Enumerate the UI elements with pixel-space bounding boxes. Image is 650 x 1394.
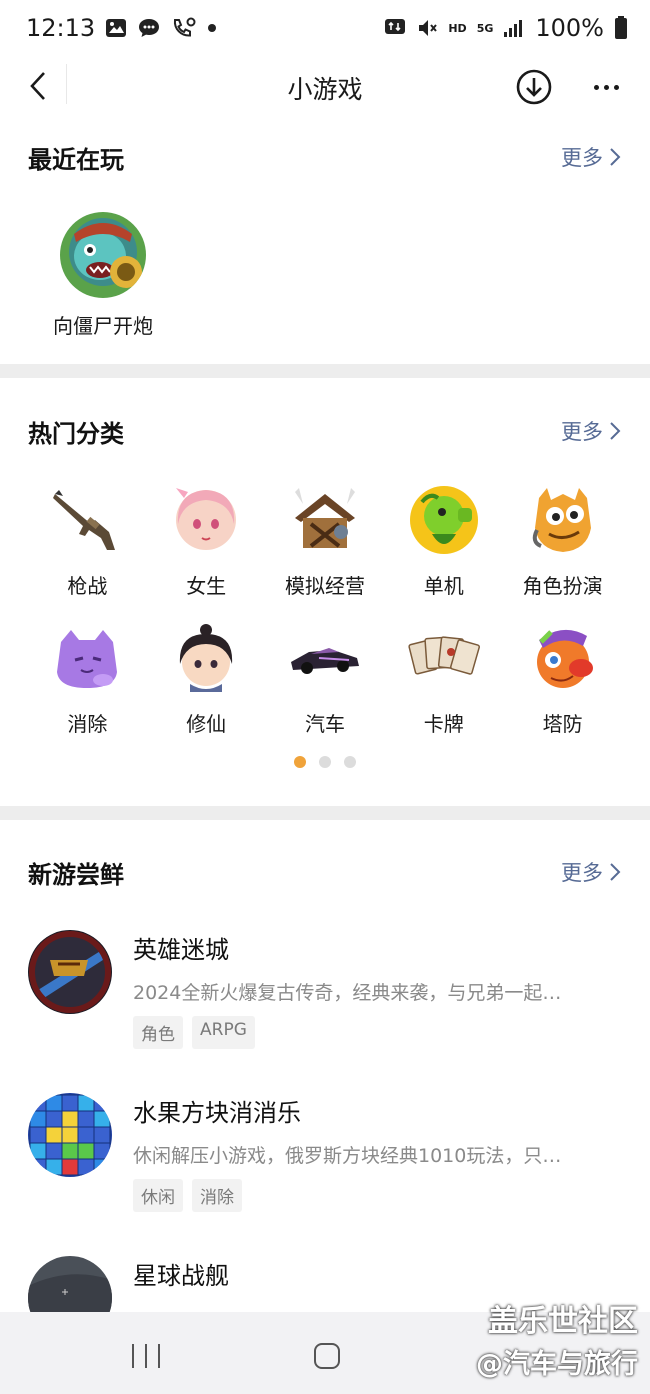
recent-game-item[interactable]: 向僵尸开炮 (40, 206, 166, 339)
mute-icon (416, 17, 438, 39)
download-button[interactable] (515, 68, 553, 106)
category-label: 角色扮演 (522, 574, 603, 598)
category-tower-defense[interactable]: 塔防 (503, 622, 622, 744)
cabin-icon (289, 484, 361, 556)
orange-monster-icon (527, 484, 599, 556)
page-indicator[interactable] (0, 756, 650, 768)
game-name: 星球战舰 (133, 1262, 229, 1290)
race-car-icon (289, 622, 361, 694)
category-simulation[interactable]: 模拟经营 (266, 484, 385, 606)
battery-icon (614, 16, 628, 40)
game-list-item[interactable]: 水果方块消消乐 休闲解压小游戏，俄罗斯方块经典1010玩法，只… 休闲 消除 (28, 1093, 628, 1223)
category-label: 塔防 (542, 712, 583, 736)
peashooter-icon (408, 484, 480, 556)
game-tags: 角色 ARPG (133, 1016, 255, 1049)
new-games-section-title: 新游尝鲜 (28, 861, 124, 889)
game-name: 英雄迷城 (133, 936, 229, 964)
category-label: 卡牌 (423, 712, 464, 736)
game-list-item[interactable]: 英雄迷城 2024全新火爆复古传奇，经典来袭，与兄弟一起… 角色 ARPG (28, 930, 628, 1060)
category-label: 汽车 (304, 712, 345, 736)
game-tag: 休闲 (133, 1179, 183, 1212)
star-warship-game-icon (28, 1256, 112, 1312)
nav-bar: 小游戏 (0, 56, 650, 114)
category-label: 枪战 (67, 574, 108, 598)
category-grid: 枪战 女生 模拟经营 单机 角色扮演 消除 修仙 汽车 卡牌 塔防 (28, 484, 622, 744)
category-shooting[interactable]: 枪战 (28, 484, 147, 606)
rifle-icon (51, 484, 123, 556)
sync-icon (384, 18, 406, 38)
more-link-label: 更多 (561, 146, 603, 170)
page-dot-active[interactable] (294, 756, 306, 768)
category-label: 女生 (186, 574, 227, 598)
game-description: 休闲解压小游戏，俄罗斯方块经典1010玩法，只… (133, 1145, 562, 1167)
recent-more-link[interactable]: 更多 (561, 142, 621, 172)
category-girls[interactable]: 女生 (147, 484, 266, 606)
recent-apps-icon (158, 1344, 160, 1368)
more-dots-icon (603, 84, 609, 90)
category-label: 单机 (423, 574, 464, 598)
more-dots-icon (593, 84, 599, 90)
more-button[interactable] (584, 68, 628, 106)
game-tag: 消除 (192, 1179, 242, 1212)
category-label: 修仙 (186, 712, 227, 736)
page-dot[interactable] (344, 756, 356, 768)
category-car[interactable]: 汽车 (266, 622, 385, 744)
download-circle-icon (516, 69, 552, 105)
category-rpg[interactable]: 角色扮演 (503, 484, 622, 606)
dot-icon (207, 23, 217, 33)
status-left: 12:13 (26, 14, 217, 42)
more-link-label: 更多 (561, 420, 603, 444)
game-tags: 休闲 消除 (133, 1179, 242, 1212)
home-button[interactable] (314, 1343, 340, 1369)
status-time: 12:13 (26, 14, 96, 42)
game-name: 水果方块消消乐 (133, 1099, 301, 1127)
category-label: 消除 (67, 712, 108, 736)
more-link-label: 更多 (561, 861, 603, 885)
section-divider (0, 364, 650, 378)
more-dots-icon (613, 84, 619, 90)
image-icon (105, 18, 127, 38)
chat-bubble-icon (137, 17, 161, 39)
chevron-right-icon (610, 148, 621, 166)
network-label: 5G (476, 21, 494, 35)
recent-apps-icon (132, 1344, 134, 1368)
category-match[interactable]: 消除 (28, 622, 147, 744)
playing-cards-icon (408, 622, 480, 694)
recent-game-name: 向僵尸开炮 (53, 314, 153, 338)
section-divider (0, 806, 650, 820)
tower-defense-bird-icon (527, 622, 599, 694)
category-cards[interactable]: 卡牌 (384, 622, 503, 744)
category-single-player[interactable]: 单机 (384, 484, 503, 606)
battery-percent: 100% (535, 14, 604, 42)
game-tag: 角色 (133, 1016, 183, 1049)
signal-icon (503, 18, 525, 38)
recent-apps-button[interactable] (132, 1344, 160, 1368)
chevron-right-icon (610, 422, 621, 440)
recent-apps-icon (145, 1344, 147, 1368)
status-right: HD 5G 100% (384, 14, 628, 42)
recent-section-title: 最近在玩 (28, 146, 124, 174)
category-label: 模拟经营 (284, 574, 365, 598)
game-description: 2024全新火爆复古传奇，经典来袭，与兄弟一起… (133, 982, 562, 1004)
cultivator-icon (170, 622, 242, 694)
new-games-more-link[interactable]: 更多 (561, 857, 621, 887)
hero-city-game-icon (28, 930, 112, 1014)
categories-more-link[interactable]: 更多 (561, 416, 621, 446)
categories-section-title: 热门分类 (28, 420, 124, 448)
phone-location-icon (171, 17, 197, 39)
purple-cat-icon (51, 622, 123, 694)
category-cultivation[interactable]: 修仙 (147, 622, 266, 744)
chevron-right-icon (610, 863, 621, 881)
watermark-line1: 盖乐世社区 (488, 1304, 638, 1339)
hd-label: HD (448, 21, 467, 35)
block-puzzle-game-icon (28, 1093, 112, 1177)
status-bar: 12:13 HD 5G 100% (0, 0, 650, 56)
page-dot[interactable] (319, 756, 331, 768)
zombie-game-icon (60, 212, 146, 298)
anime-girl-icon (170, 484, 242, 556)
game-tag: ARPG (192, 1016, 255, 1049)
watermark-line2: @汽车与旅行 (476, 1349, 638, 1380)
